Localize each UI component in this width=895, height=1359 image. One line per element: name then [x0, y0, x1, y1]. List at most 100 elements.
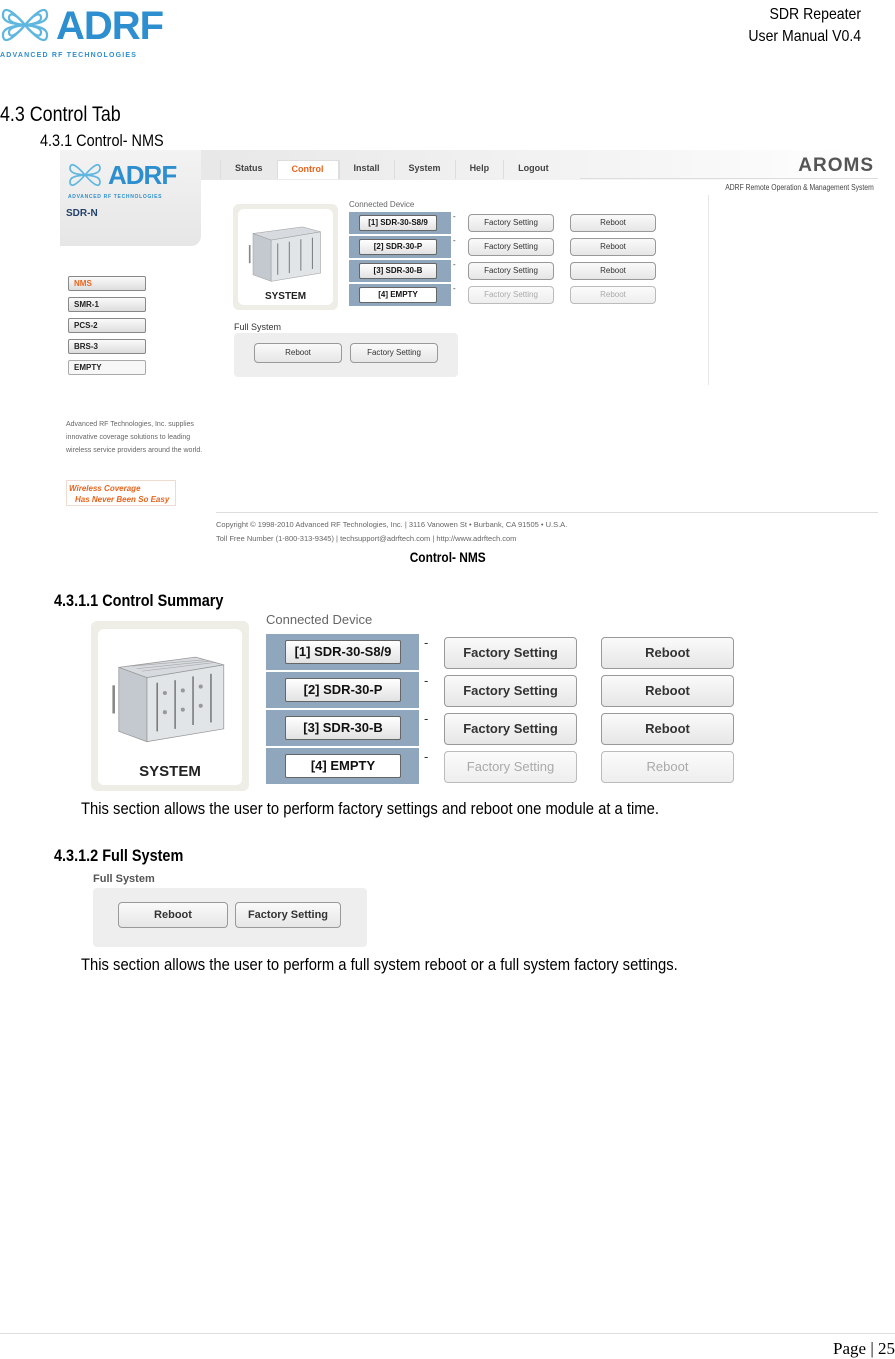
tab-status[interactable]: Status — [220, 160, 277, 179]
device-name-button[interactable]: [1] SDR-30-S8/9 — [285, 640, 401, 664]
sidebar-logo: ADRF ADVANCED RF TECHNOLOGIES — [68, 158, 198, 200]
reboot-button[interactable]: Reboot — [601, 637, 734, 669]
full-system-title: Full System — [234, 322, 282, 332]
device-row: [1] SDR-30-S8/9 — [266, 634, 419, 670]
control-nms-screenshot: ADRF ADVANCED RF TECHNOLOGIES SDR-N Stat… — [60, 150, 878, 545]
reboot-button[interactable]: Reboot — [570, 262, 656, 280]
factory-setting-button[interactable]: Factory Setting — [468, 214, 554, 232]
device-row: [1] SDR-30-S8/9 — [349, 212, 451, 234]
reboot-button[interactable]: Reboot — [601, 713, 734, 745]
separator-dash: - — [453, 284, 456, 293]
model-label: SDR-N — [66, 208, 98, 219]
system-label: SYSTEM — [139, 763, 201, 780]
copyright-text: Copyright © 1998-2010 Advanced RF Techno… — [216, 520, 568, 529]
control-summary-heading: 4.3.1.1 Control Summary — [54, 591, 224, 610]
main-tabs: Status Control Install System Help Logou… — [220, 160, 563, 179]
sidebar-logo-wordmark: ADRF — [108, 160, 177, 190]
full-reboot-button[interactable]: Reboot — [254, 343, 342, 363]
full-factory-setting-button[interactable]: Factory Setting — [235, 902, 341, 928]
tab-help[interactable]: Help — [454, 160, 504, 179]
system-image-box: SYSTEM — [91, 621, 249, 791]
full-system-box: Reboot Factory Setting — [93, 888, 367, 947]
device-row: [3] SDR-30-B — [266, 710, 419, 746]
logo-wordmark: ADRF — [56, 4, 164, 48]
contact-text: Toll Free Number (1-800-313-9345) | tech… — [216, 534, 517, 543]
factory-setting-button[interactable]: Factory Setting — [444, 637, 577, 669]
full-system-title: Full System — [93, 873, 155, 885]
slogan-line2: Has Never Been So Easy — [75, 495, 170, 504]
sidebar-logo-subtitle: ADVANCED RF TECHNOLOGIES — [68, 194, 163, 200]
connected-device-title: Connected Device — [266, 612, 373, 627]
device-row: [2] SDR-30-P — [266, 672, 419, 708]
device-row: [3] SDR-30-B — [349, 260, 451, 282]
full-reboot-button[interactable]: Reboot — [118, 902, 228, 928]
slogan-banner: Wireless Coverage Has Never Been So Easy — [66, 480, 176, 506]
factory-setting-button[interactable]: Factory Setting — [444, 675, 577, 707]
full-factory-setting-button[interactable]: Factory Setting — [350, 343, 438, 363]
figure-caption: Control- NMS — [409, 549, 486, 565]
document-title: SDR Repeater User Manual V0.4 — [748, 4, 861, 48]
doc-title-line1: SDR Repeater — [769, 6, 861, 23]
subsection-heading: 4.3.1 Control- NMS — [40, 131, 164, 150]
device-row: [4] EMPTY — [349, 284, 451, 306]
module-nav: NMS SMR-1 PCS-2 BRS-3 EMPTY — [68, 276, 146, 381]
separator-dash: - — [453, 260, 456, 269]
divider — [708, 195, 709, 385]
divider — [580, 178, 878, 179]
reboot-button[interactable]: Reboot — [601, 751, 734, 783]
full-system-box: Reboot Factory Setting — [234, 333, 458, 377]
reboot-button[interactable]: Reboot — [570, 214, 656, 232]
nav-nms[interactable]: NMS — [68, 276, 146, 291]
separator-dash: - — [424, 635, 429, 650]
nav-empty[interactable]: EMPTY — [68, 360, 146, 375]
full-system-heading: 4.3.1.2 Full System — [54, 846, 184, 865]
logo-subtitle: ADVANCED RF TECHNOLOGIES — [0, 52, 138, 59]
connected-device-title: Connected Device — [349, 200, 415, 209]
repeater-chassis-image — [112, 656, 225, 743]
full-system-description: This section allows the user to perform … — [81, 955, 678, 974]
device-name-button[interactable]: [4] EMPTY — [359, 287, 437, 303]
nav-smr-1[interactable]: SMR-1 — [68, 297, 146, 312]
factory-setting-button[interactable]: Factory Setting — [468, 238, 554, 256]
device-name-button[interactable]: [3] SDR-30-B — [285, 716, 401, 740]
page-number: Page | 25 — [833, 1339, 895, 1358]
reboot-button[interactable]: Reboot — [570, 286, 656, 304]
footer-divider — [216, 512, 878, 513]
tab-logout[interactable]: Logout — [503, 160, 563, 179]
reboot-button[interactable]: Reboot — [570, 238, 656, 256]
device-name-button[interactable]: [2] SDR-30-P — [285, 678, 401, 702]
separator-dash: - — [424, 749, 429, 764]
sidebar-header: ADRF ADVANCED RF TECHNOLOGIES SDR-N — [60, 150, 201, 246]
company-blurb: Advanced RF Technologies, Inc. supplies … — [66, 421, 203, 454]
separator-dash: - — [424, 673, 429, 688]
nav-pcs-2[interactable]: PCS-2 — [68, 318, 146, 333]
device-name-button[interactable]: [3] SDR-30-B — [359, 263, 437, 279]
page-footer-divider — [0, 1333, 895, 1334]
tab-install[interactable]: Install — [338, 160, 394, 179]
factory-setting-button[interactable]: Factory Setting — [444, 751, 577, 783]
separator-dash: - — [424, 711, 429, 726]
factory-setting-button[interactable]: Factory Setting — [468, 286, 554, 304]
adrf-antenna-icon — [1, 8, 49, 42]
separator-dash: - — [453, 212, 456, 221]
control-summary-description: This section allows the user to perform … — [81, 799, 659, 818]
slogan-line1: Wireless Coverage — [69, 484, 141, 493]
tab-control[interactable]: Control — [276, 160, 339, 179]
nav-brs-3[interactable]: BRS-3 — [68, 339, 146, 354]
device-name-button[interactable]: [2] SDR-30-P — [359, 239, 437, 255]
device-name-button[interactable]: [4] EMPTY — [285, 754, 401, 778]
tab-system[interactable]: System — [393, 160, 455, 179]
adrf-antenna-icon — [69, 163, 101, 187]
adrf-logo: ADRF ADVANCED RF TECHNOLOGIES — [0, 0, 170, 62]
factory-setting-button[interactable]: Factory Setting — [444, 713, 577, 745]
system-label: SYSTEM — [264, 291, 307, 302]
doc-title-line2: User Manual V0.4 — [748, 28, 861, 45]
factory-setting-button[interactable]: Factory Setting — [468, 262, 554, 280]
screenshot-footer: Copyright © 1998-2010 Advanced RF Techno… — [216, 518, 567, 545]
repeater-chassis-image — [248, 226, 321, 282]
device-row: [4] EMPTY — [266, 748, 419, 784]
device-name-button[interactable]: [1] SDR-30-S8/9 — [359, 215, 437, 231]
reboot-button[interactable]: Reboot — [601, 675, 734, 707]
aroms-subtitle: ADRF Remote Operation & Management Syste… — [725, 183, 874, 192]
separator-dash: - — [453, 236, 456, 245]
